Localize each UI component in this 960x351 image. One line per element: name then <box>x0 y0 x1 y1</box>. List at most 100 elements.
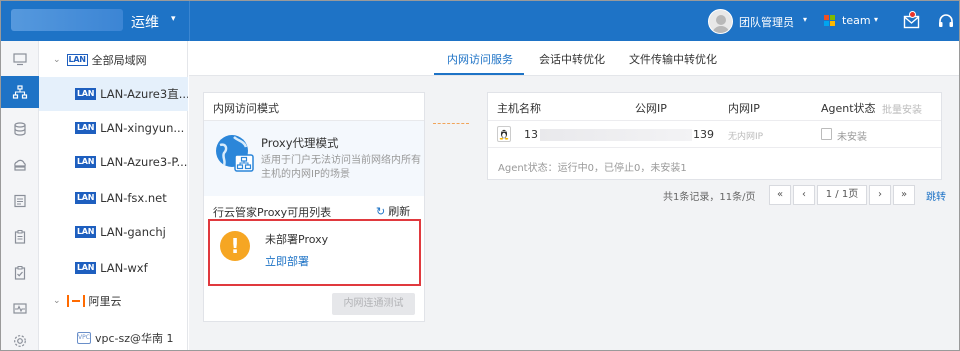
access-mode-panel: 内网访问模式 Proxy代理模式 适用于门户无法访问当前网络内所有主机的内网IP… <box>203 92 425 322</box>
tree-item-label: LAN-ganchj <box>100 225 166 239</box>
tree-item-label: LAN-wxf <box>100 261 148 275</box>
tree-item-lan[interactable]: LAN LAN-Azure3直... <box>39 77 188 111</box>
pulse-monitor-icon <box>13 303 27 314</box>
tree-item-label: LAN-fsx.net <box>100 191 167 205</box>
mode-description: 适用于门户无法访问当前网络内所有主机的内网IP的场景 <box>261 155 421 180</box>
tree-item-lan[interactable]: LAN LAN-wxf <box>39 251 188 285</box>
product-title[interactable]: 运维 <box>131 12 159 32</box>
lan-icon: LAN <box>75 88 97 100</box>
tree-item-vpc[interactable]: VPC vpc-sz@华南 1 <box>39 321 188 350</box>
proxy-mode-card[interactable]: Proxy代理模式 适用于门户无法访问当前网络内所有主机的内网IP的场景 <box>204 121 424 196</box>
page-indicator[interactable]: 1 / 1页 <box>817 185 867 205</box>
rail-settings[interactable] <box>1 325 39 350</box>
lan-icon: LAN <box>66 54 88 66</box>
refresh-button[interactable]: ↻ 刷新 <box>376 203 410 219</box>
notification-dot <box>909 11 916 18</box>
agent-status: 未安装 <box>837 132 867 143</box>
rail-database[interactable] <box>1 113 39 145</box>
rail-network[interactable] <box>1 76 39 108</box>
lan-icon: LAN <box>75 262 97 274</box>
last-page-button[interactable]: » <box>893 185 915 205</box>
database-icon <box>14 122 26 136</box>
headset-icon[interactable] <box>937 12 955 30</box>
warning-icon: ! <box>220 231 250 261</box>
deploy-now-link[interactable]: 立即部署 <box>265 253 309 269</box>
brand-logo[interactable] <box>11 9 123 31</box>
tab-file-relay[interactable]: 文件传输中转优化 <box>629 51 717 67</box>
host-table: 主机名称 公网IP 内网IP Agent状态 批量安装 13 139 无内网IP… <box>487 92 942 180</box>
first-page-button[interactable]: « <box>769 185 791 205</box>
rail-files[interactable] <box>1 185 39 217</box>
page-info: 共1条记录，11条/页 <box>663 192 756 203</box>
tree-item-label: vpc-sz@华南 1 <box>95 332 174 345</box>
app-window: 运维 ▾ 团队管理员 ▾ team ▾ ⌄ LAN 全部局域网 LAN LAN-… <box>0 0 960 351</box>
host-name[interactable]: 13 <box>524 128 538 141</box>
column-header: 主机名称 <box>497 102 541 115</box>
icon-rail <box>1 41 39 350</box>
tree-item-lan[interactable]: LAN LAN-ganchj <box>39 215 188 249</box>
no-proxy-alert: ! 未部署Proxy 立即部署 <box>208 219 421 286</box>
tree-item-label: LAN-Azure3-P... <box>100 155 188 169</box>
divider <box>189 1 190 41</box>
tree-item-lan[interactable]: LAN LAN-xingyun... <box>39 111 188 145</box>
top-bar: 运维 ▾ 团队管理员 ▾ team ▾ <box>1 1 959 41</box>
lan-icon: LAN <box>75 156 97 168</box>
next-page-button[interactable]: › <box>869 185 891 205</box>
rail-monitor[interactable] <box>1 43 39 75</box>
public-ip: 139 <box>693 128 714 141</box>
refresh-label: 刷新 <box>388 205 411 218</box>
mode-name: Proxy代理模式 <box>261 136 339 150</box>
windows-logo-icon <box>824 15 836 27</box>
chevron-down-icon[interactable]: ⌄ <box>53 55 61 65</box>
refresh-icon: ↻ <box>376 205 386 218</box>
chevron-down-icon[interactable]: ▾ <box>171 14 176 24</box>
tab-bar: 内网访问服务 会话中转优化 文件传输中转优化 <box>189 41 959 76</box>
lan-icon: LAN <box>75 192 97 204</box>
rail-cloud[interactable] <box>1 149 39 181</box>
main-content: 内网访问服务 会话中转优化 文件传输中转优化 内网访问模式 Proxy代理模式 … <box>189 41 959 350</box>
column-header: Agent状态 <box>821 102 876 115</box>
user-name[interactable]: 团队管理员 <box>739 14 794 30</box>
lan-ip: 无内网IP <box>728 132 764 142</box>
chevron-down-icon[interactable]: ▾ <box>803 15 807 24</box>
connectivity-test-button[interactable]: 内网连通测试 <box>332 293 415 315</box>
tree-root[interactable]: ⌄ LAN 全部局域网 <box>39 43 188 77</box>
jump-link[interactable]: 跳转 <box>926 188 946 203</box>
proxy-list-title: 行云管家Proxy可用列表 <box>213 206 332 219</box>
avatar[interactable] <box>708 9 733 34</box>
settings-icon <box>14 335 26 347</box>
checklist-icon <box>14 266 26 280</box>
chevron-down-icon[interactable]: ⌄ <box>53 296 61 306</box>
team-switcher[interactable]: team <box>842 14 871 27</box>
cloud-server-icon <box>14 159 26 171</box>
tree-item-lan[interactable]: LAN LAN-Azure3-P... <box>39 145 188 179</box>
linux-icon <box>497 126 511 142</box>
clipboard-icon <box>14 230 26 244</box>
rail-pulse[interactable] <box>1 293 39 325</box>
vpc-icon: VPC <box>77 332 91 344</box>
file-list-icon <box>14 194 26 208</box>
tree-group-aliyun[interactable]: ⌄ 阿里云 <box>39 284 188 318</box>
chevron-down-icon[interactable]: ▾ <box>874 15 878 24</box>
batch-install-button[interactable]: 批量安装 <box>882 101 922 116</box>
tree-item-lan[interactable]: LAN LAN-fsx.net <box>39 181 188 215</box>
column-header: 内网IP <box>728 102 760 115</box>
redacted-area <box>540 129 692 141</box>
panel-title: 内网访问模式 <box>213 102 279 115</box>
tree-root-label: 全部局域网 <box>91 54 147 67</box>
agent-icon <box>821 128 832 140</box>
prev-page-button[interactable]: ‹ <box>793 185 815 205</box>
alert-title: 未部署Proxy <box>265 233 329 246</box>
tab-intranet-access[interactable]: 内网访问服务 <box>447 51 513 67</box>
tab-session-relay[interactable]: 会话中转优化 <box>539 51 605 67</box>
column-header: 公网IP <box>635 102 667 115</box>
rail-checklist[interactable] <box>1 257 39 289</box>
table-row[interactable]: 13 139 无内网IP 未安装 <box>488 120 941 148</box>
lan-icon: LAN <box>75 226 97 238</box>
aliyun-icon <box>66 295 85 307</box>
rail-clipboard[interactable] <box>1 221 39 253</box>
dashed-connector <box>433 123 469 124</box>
tree-item-label: LAN-xingyun... <box>100 121 185 135</box>
lan-icon: LAN <box>75 122 97 134</box>
agent-summary: Agent状态：运行中0，已停止0，未安装1 <box>498 163 687 174</box>
